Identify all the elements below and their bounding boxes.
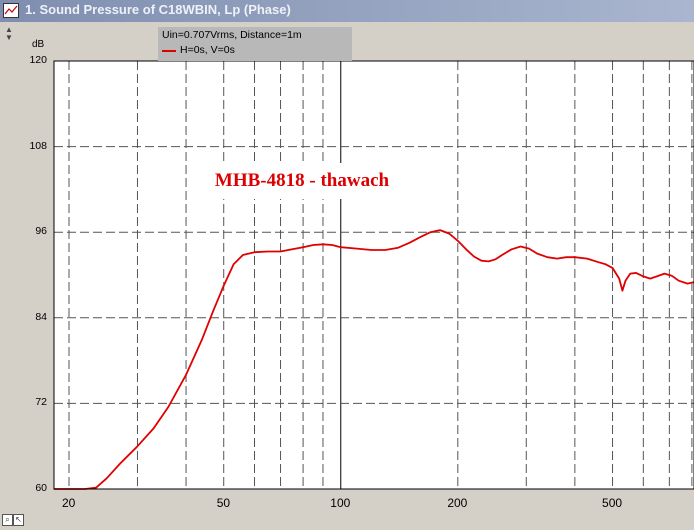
- plot-background: [54, 61, 694, 489]
- y-tick-label: 108: [29, 139, 47, 152]
- chart-canvas: [53, 60, 694, 490]
- x-tick-label: 100: [330, 496, 351, 510]
- window-title-bar[interactable]: 1. Sound Pressure of C18WBIN, Lp (Phase): [0, 0, 694, 22]
- x-tick-label: 500: [602, 496, 623, 510]
- x-tick-label: 200: [447, 496, 468, 510]
- x-tick-label: 50: [216, 496, 231, 510]
- y-axis-scroll-arrows[interactable]: ▲ ▼: [2, 26, 16, 44]
- watermark-label: MHB-4818 - thawach: [206, 163, 398, 199]
- zoom-icon[interactable]: ⌕: [2, 514, 13, 526]
- status-icons[interactable]: ⌕ ↖: [2, 514, 24, 526]
- x-tick-label: 20: [61, 496, 76, 510]
- cursor-icon[interactable]: ↖: [13, 514, 24, 526]
- y-tick-label: 72: [35, 396, 47, 409]
- legend-box[interactable]: Uin=0.707Vrms, Distance=1m H=0s, V=0s: [158, 27, 352, 61]
- y-tick-label: 96: [35, 225, 47, 238]
- y-tick-label: 120: [29, 54, 47, 66]
- y-tick-label: 60: [35, 482, 47, 494]
- legend-measurement-info: Uin=0.707Vrms, Distance=1m: [162, 29, 302, 41]
- legend-series-swatch: [162, 50, 176, 52]
- y-axis-unit-label: dB: [32, 39, 45, 50]
- y-tick-label: 84: [35, 310, 47, 323]
- window-title: 1. Sound Pressure of C18WBIN, Lp (Phase): [25, 2, 291, 17]
- scroll-down-icon[interactable]: ▼: [2, 34, 16, 42]
- chart-window-icon: [3, 3, 19, 18]
- legend-series-label: H=0s, V=0s: [180, 44, 235, 56]
